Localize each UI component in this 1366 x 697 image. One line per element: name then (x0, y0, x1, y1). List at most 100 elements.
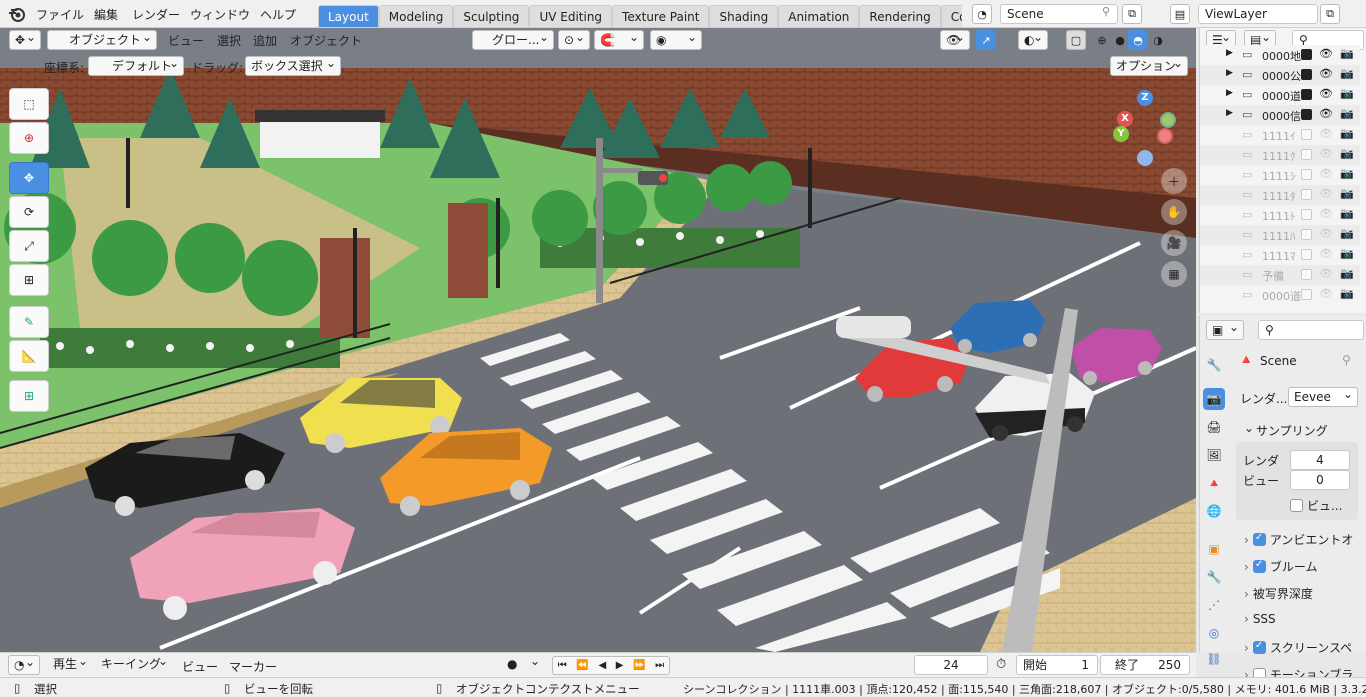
jump-start-icon[interactable]: ⏮ (558, 660, 567, 671)
gizmo-x-axis[interactable]: X (1117, 111, 1133, 127)
expand-arrow-icon[interactable]: ▶ (1226, 48, 1233, 58)
tab-rendering[interactable]: Rendering (859, 5, 941, 27)
eye-icon[interactable]: 👁 (1319, 47, 1333, 60)
viewport-denoise-checkbox[interactable]: ビュ... (1290, 497, 1342, 514)
eye-icon[interactable]: 👁 (1319, 127, 1333, 140)
select-menu[interactable]: 選択 (217, 32, 241, 49)
camera-render-icon[interactable]: 📷 (1340, 167, 1354, 180)
exclude-checkbox[interactable] (1301, 209, 1312, 220)
marker-menu[interactable]: マーカー (229, 658, 277, 675)
menu-render[interactable]: レンダー (132, 6, 180, 23)
expand-arrow-icon[interactable]: ▶ (1226, 68, 1233, 78)
tab-texture-paint[interactable]: Texture Paint (612, 5, 710, 27)
object-mode-dropdown[interactable]: オブジェクト (47, 28, 157, 50)
outliner-row[interactable]: ▶ ▭ 0000公 👁 📷 (1200, 65, 1360, 85)
modifier-tab-icon[interactable]: 🔧 (1203, 566, 1225, 588)
exclude-checkbox[interactable] (1301, 169, 1312, 180)
eye-icon[interactable]: 👁 (1319, 267, 1333, 280)
properties-editor-type[interactable]: ▣ (1206, 318, 1244, 340)
exclude-checkbox[interactable] (1301, 229, 1312, 240)
stopwatch-icon[interactable]: ⏱ (996, 657, 1006, 672)
playback-menu[interactable]: 再生 (48, 652, 92, 675)
render-samples-field[interactable]: 4 (1290, 450, 1350, 470)
particles-tab-icon[interactable]: ⋰ (1203, 594, 1225, 616)
scene-field[interactable]: Scene (1000, 4, 1118, 24)
add-cube-tool[interactable]: ⊞ (9, 380, 49, 412)
scene-tab-icon[interactable]: 🔺 (1203, 472, 1225, 494)
timeline-view-menu[interactable]: ビュー (182, 658, 218, 675)
tab-shading[interactable]: Shading (709, 5, 779, 27)
tab-layout[interactable]: Layout (318, 5, 379, 27)
transform-tool[interactable]: ⊞ (9, 264, 49, 296)
checkbox-icon[interactable] (1252, 640, 1266, 654)
chevron-down-icon[interactable]: ⌄ (1244, 421, 1254, 435)
world-tab-icon[interactable]: 🌐 (1203, 500, 1225, 522)
outliner-row[interactable]: ▭ 1111ﾏ 👁 📷 (1200, 245, 1360, 265)
frame-end-field[interactable]: 終了 250 (1100, 655, 1190, 675)
editor-type-dropdown[interactable]: ✥ (9, 28, 41, 50)
camera-render-icon[interactable]: 📷 (1340, 227, 1354, 240)
outliner-row[interactable]: ▭ 1111ｼ 👁 📷 (1200, 165, 1360, 185)
proportional-edit-dropdown[interactable]: ◉ (650, 28, 702, 50)
camera-render-icon[interactable]: 📷 (1340, 187, 1354, 200)
options-dropdown[interactable]: オプション (1110, 54, 1188, 76)
camera-render-icon[interactable]: 📷 (1340, 267, 1354, 280)
tab-uv-editing[interactable]: UV Editing (529, 5, 613, 27)
snap-dropdown[interactable]: 🧲 (594, 28, 644, 50)
outliner-row[interactable]: ▭ 1111ﾄ 👁 📷 (1200, 205, 1360, 225)
checkbox-icon[interactable] (1252, 532, 1266, 546)
jump-end-icon[interactable]: ⏭ (655, 660, 664, 671)
eye-icon[interactable]: 👁 (1319, 247, 1333, 260)
outliner-row[interactable]: ▶ ▭ 0000信 👁 📷 (1200, 105, 1360, 125)
keying-menu[interactable]: キーイング (96, 652, 172, 675)
camera-render-icon[interactable]: 📷 (1340, 67, 1354, 80)
outliner-row[interactable]: ▭ 予備 👁 📷 (1200, 265, 1360, 285)
pivot-point-dropdown[interactable]: ⊙ (558, 28, 590, 50)
render-engine-dropdown[interactable]: Eevee (1288, 385, 1358, 407)
object-menu[interactable]: オブジェクト (290, 32, 362, 49)
render-tab-icon[interactable]: 📷 (1203, 388, 1225, 410)
exclude-checkbox[interactable] (1301, 89, 1312, 100)
tab-modeling[interactable]: Modeling (378, 5, 454, 27)
exclude-checkbox[interactable] (1301, 289, 1312, 300)
camera-render-icon[interactable]: 📷 (1340, 207, 1354, 220)
measure-tool[interactable]: 📐 (9, 340, 49, 372)
camera-render-icon[interactable]: 📷 (1340, 87, 1354, 100)
solid-shading-icon[interactable]: ● (1110, 30, 1130, 50)
pin-icon[interactable]: ⚲ (1102, 5, 1110, 18)
eye-icon[interactable]: 👁 (1319, 107, 1333, 120)
frame-start-field[interactable]: 開始 1 (1016, 655, 1098, 675)
next-keyframe-icon[interactable]: ⏩ (633, 660, 645, 671)
gizmo-neg-z[interactable] (1137, 150, 1153, 166)
object-tab-icon[interactable]: ▣ (1203, 538, 1225, 560)
material-shading-icon[interactable]: ◓ (1128, 30, 1148, 50)
zoom-icon[interactable]: ＋ (1161, 168, 1187, 194)
grid-ortho-icon[interactable]: ▦ (1161, 261, 1187, 287)
exclude-checkbox[interactable] (1301, 249, 1312, 260)
gizmo-z-axis[interactable]: Z (1137, 90, 1153, 106)
outliner-row[interactable]: ▶ ▭ 0000地 👁 📷 (1200, 45, 1360, 65)
properties-search-input[interactable]: ⚲ (1258, 320, 1364, 340)
menu-edit[interactable]: 編集 (94, 6, 118, 23)
expand-arrow-icon[interactable]: ▶ (1226, 88, 1233, 98)
new-view-layer-icon[interactable]: ⧉ (1320, 4, 1340, 24)
prev-keyframe-icon[interactable]: ⏪ (576, 660, 588, 671)
view-layer-tab-icon[interactable]: 🖼 (1203, 444, 1225, 466)
camera-render-icon[interactable]: 📷 (1340, 147, 1354, 160)
scale-tool[interactable]: ⤢ (9, 230, 49, 262)
menu-help[interactable]: ヘルプ (260, 6, 296, 23)
overlay-dropdown[interactable]: ◐ (1018, 28, 1048, 50)
gizmo-neg-y[interactable] (1160, 112, 1176, 128)
tool-tab-icon[interactable]: 🔧 (1203, 354, 1225, 376)
eye-icon[interactable]: 👁 (1319, 147, 1333, 160)
gizmo-y-axis[interactable]: Y (1113, 126, 1129, 142)
panel-header[interactable]: › スクリーンスペ (1244, 639, 1352, 656)
gizmo-toggle-icon[interactable]: ↗ (976, 30, 996, 50)
exclude-checkbox[interactable] (1301, 129, 1312, 140)
eye-icon[interactable]: 👁 (1319, 67, 1333, 80)
exclude-checkbox[interactable] (1301, 49, 1312, 60)
auto-keying-icon[interactable]: ● (502, 652, 544, 675)
outliner-row[interactable]: ▭ 1111ﾀ 👁 📷 (1200, 185, 1360, 205)
blender-logo-icon[interactable] (8, 5, 26, 23)
menu-window[interactable]: ウィンドウ (190, 6, 250, 23)
